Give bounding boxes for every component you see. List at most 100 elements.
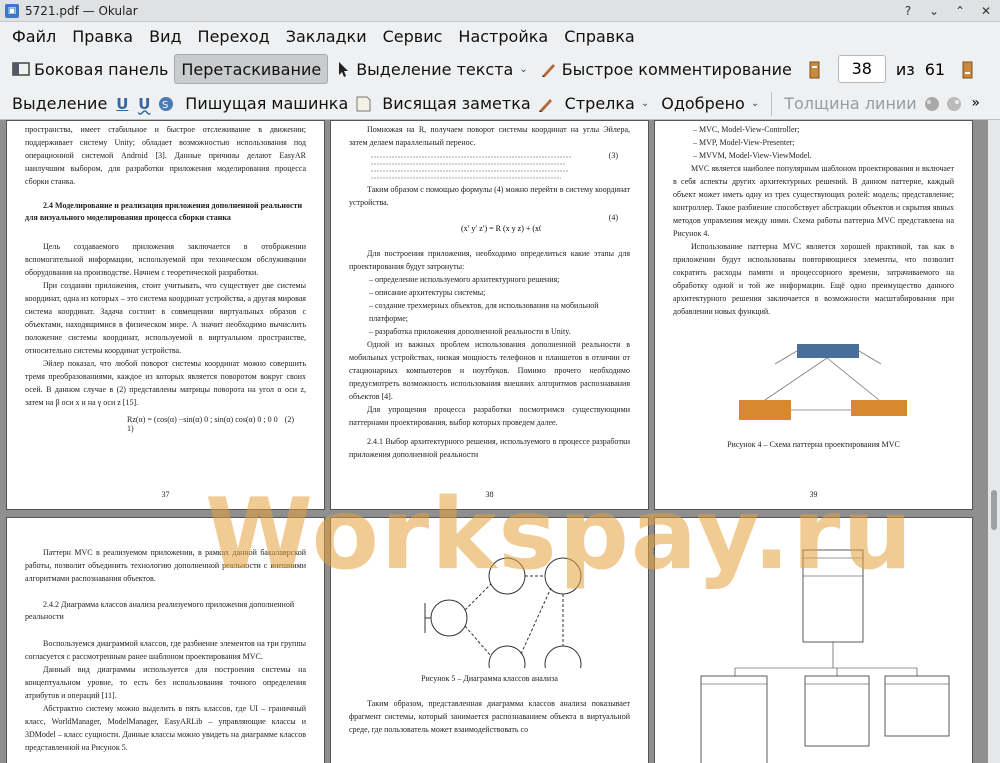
opacity-icon[interactable] (945, 95, 963, 113)
page40-paragraph: Абстрактно систему можно выделить в пять… (25, 704, 306, 752)
highlight-button[interactable]: Выделение (6, 89, 113, 119)
drag-mode-button[interactable]: Перетаскивание (174, 54, 329, 84)
formula-4-image: (x′ y′ z′) = R (x y z) + (x0 y0 z0) (461, 224, 541, 233)
formula-number: (2) (284, 415, 294, 424)
menu-tools[interactable]: Сервис (375, 27, 451, 46)
squiggle-underline-icon[interactable]: U (135, 95, 153, 113)
toolbar-separator (771, 91, 773, 116)
uml-class-diagram-image (700, 549, 950, 763)
pdf-page-37: пространства, имеет стабильное и быстрое… (6, 120, 325, 510)
quick-comment-button[interactable]: Быстрое комментирование (534, 54, 798, 84)
next-page-icon[interactable] (959, 60, 977, 79)
page38-paragraph: Для построения приложения, необходимо оп… (349, 249, 630, 271)
sidebar-button[interactable]: Боковая панель (6, 54, 174, 84)
menu-view[interactable]: Вид (141, 27, 189, 46)
page39-paragraph: MVC является наиболее популярным шаблоно… (673, 164, 954, 238)
page-of-label: из (895, 59, 915, 79)
document-viewport[interactable]: пространства, имеет стабильное и быстрое… (0, 120, 988, 763)
class-diagram-figure (331, 518, 648, 683)
typewriter-button[interactable]: Пишущая машинка (179, 89, 354, 119)
previous-page-icon[interactable] (806, 60, 824, 79)
chevron-down-icon[interactable]: ⌄ (641, 98, 649, 109)
arrow-tool-icon (537, 95, 555, 113)
color-picker-icon[interactable] (923, 95, 941, 113)
stamp-label: Одобрено (661, 94, 745, 113)
page38-paragraph: Таким образом с помощью формулы (4) можн… (349, 185, 630, 207)
drag-mode-label: Перетаскивание (181, 59, 322, 79)
list-item: – MVP, Model-View-Presenter; (693, 138, 795, 147)
pdf-page-40: Паттерн MVC в реализуемом приложении, в … (6, 517, 325, 763)
list-item: – разработка приложения дополненной реал… (369, 327, 571, 336)
sidebar-label: Боковая панель (34, 59, 169, 79)
page37-paragraph: Цель создаваемого приложения заключается… (25, 242, 306, 277)
mvc-diagram-figure (655, 324, 972, 434)
page38-paragraph: Помножая на R, получаем поворот системы … (349, 125, 630, 147)
main-toolbar: Боковая панель Перетаскивание Выделение … (0, 50, 1000, 88)
more-tools-icon[interactable]: » (967, 95, 985, 113)
okular-app-icon: ▣ (5, 3, 19, 18)
formula-3-image (371, 156, 571, 179)
chevron-down-icon[interactable]: ⌄ (751, 98, 759, 109)
chevron-down-icon[interactable]: ⌄ (519, 64, 527, 75)
figure-caption: Рисунок 4 – Схема паттерна проектировани… (727, 440, 900, 449)
page-number-input[interactable]: 38 (837, 55, 886, 83)
page37-top-text: пространства, имеет стабильное и быстрое… (25, 125, 306, 186)
page-number: 38 (485, 490, 494, 499)
pdf-page-41: Рисунок 5 – Диаграмма классов анализа Та… (330, 517, 649, 763)
list-item: – описание архитектуры системы; (369, 288, 486, 297)
window-title: 5721.pdf — Okular (25, 3, 138, 18)
svg-text:S: S (162, 100, 168, 111)
svg-text:(x′ y′ z′) = R (x y z) + (x0 y: (x′ y′ z′) = R (x y z) + (x0 y0 z0) (461, 224, 541, 233)
list-item: – определение используемого архитектурно… (369, 275, 560, 284)
annotation-toolbar: Выделение U U S Пишущая машинка Висящая … (0, 88, 1000, 120)
menu-bar: Файл Правка Вид Переход Закладки Сервис … (0, 22, 1000, 50)
page38-formula-4: (x′ y′ z′) = R (x y z) + (x0 y0 z0) (4) (461, 213, 618, 243)
text-select-button[interactable]: Выделение текста ⌄ (328, 54, 534, 84)
page37-formula: Rz(α) = (cos(α) −sin(α) 0 ; sin(α) cos(α… (127, 415, 294, 433)
page41-paragraph: Таким образом, представленная диаграмма … (349, 699, 630, 734)
menu-settings[interactable]: Настройка (450, 27, 556, 46)
arrow-label: Стрелка (564, 94, 635, 113)
list-item: – MVC, Model-View-Controller; (693, 125, 800, 134)
scrollbar-thumb[interactable] (991, 490, 997, 530)
menu-bookmarks[interactable]: Закладки (278, 27, 375, 46)
line-width-button[interactable]: Толщина линии (778, 89, 923, 119)
menu-edit[interactable]: Правка (64, 27, 141, 46)
page40-paragraph: Воспользуемся диаграммой классов, где ра… (25, 639, 306, 661)
highlight-label: Выделение (12, 94, 108, 113)
text-select-label: Выделение текста (356, 59, 514, 79)
mvc-diagram-image (739, 344, 907, 420)
hanging-note-label: Висящая заметка (382, 94, 531, 113)
page39-paragraph: Использование паттерна MVC является хоро… (673, 242, 954, 316)
page-total-label: 61 (924, 59, 946, 79)
formula-number: (4) (608, 213, 618, 222)
arrow-button[interactable]: Стрелка ⌄ (559, 89, 656, 119)
window-minimize-icon[interactable]: ⌄ (926, 3, 942, 19)
strikeout-icon[interactable]: S (157, 95, 175, 113)
vertical-scrollbar[interactable] (988, 120, 1000, 763)
page40-paragraph: Паттерн MVC в реализуемом приложении, в … (25, 548, 306, 583)
window-maximize-icon[interactable]: ⌃ (952, 3, 968, 19)
typewriter-label: Пишущая машинка (185, 94, 349, 113)
hanging-note-button[interactable]: Висящая заметка (376, 89, 536, 119)
stamp-button[interactable]: Одобрено ⌄ (655, 89, 765, 119)
sidebar-icon (12, 60, 30, 78)
window-help-icon[interactable]: ? (900, 3, 916, 19)
note-icon (354, 95, 372, 113)
page37-paragraph: Эйлер показал, что любой поворот системы… (25, 359, 306, 407)
menu-file[interactable]: Файл (4, 27, 64, 46)
list-item: – создание трехмерных объектов, для испо… (369, 301, 599, 323)
page-number: 37 (161, 490, 170, 499)
underline-icon[interactable]: U (113, 95, 131, 113)
window-close-icon[interactable]: ✕ (978, 3, 994, 19)
page38-paragraph: 2.4.1 Выбор архитектурного решения, испо… (349, 437, 630, 459)
list-item: – MVVM, Model-View-ViewModel. (693, 151, 812, 160)
page-number: 39 (809, 490, 818, 499)
line-width-label: Толщина линии (784, 94, 917, 113)
menu-go[interactable]: Переход (190, 27, 278, 46)
page37-heading: 2.4 Моделирование и реализация приложени… (25, 201, 303, 222)
pdf-page-38: Помножая на R, получаем поворот системы … (330, 120, 649, 510)
analysis-class-diagram-image (424, 557, 582, 683)
menu-help[interactable]: Справка (556, 27, 643, 46)
page38-paragraph: Одной из важных проблем использования до… (349, 340, 630, 401)
